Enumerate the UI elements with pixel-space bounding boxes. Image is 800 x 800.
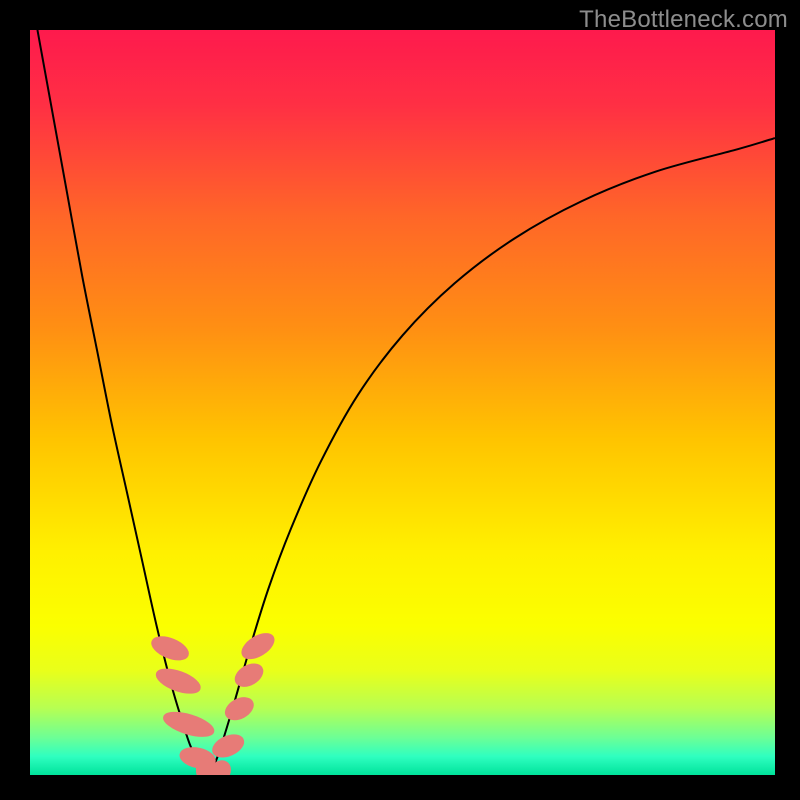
curve-right — [210, 138, 775, 771]
curve-marker — [209, 730, 247, 761]
curve-marker — [161, 707, 217, 741]
curve-marker — [238, 628, 279, 663]
curve-marker — [222, 693, 257, 724]
curve-marker — [153, 664, 203, 698]
emphasis-markers — [148, 628, 278, 775]
watermark-text: TheBottleneck.com — [579, 6, 788, 34]
curve-layer — [30, 30, 775, 775]
curve-marker — [148, 632, 191, 664]
plot-area — [30, 30, 775, 775]
chart-frame: TheBottleneck.com — [0, 0, 800, 800]
curve-marker — [231, 659, 266, 691]
